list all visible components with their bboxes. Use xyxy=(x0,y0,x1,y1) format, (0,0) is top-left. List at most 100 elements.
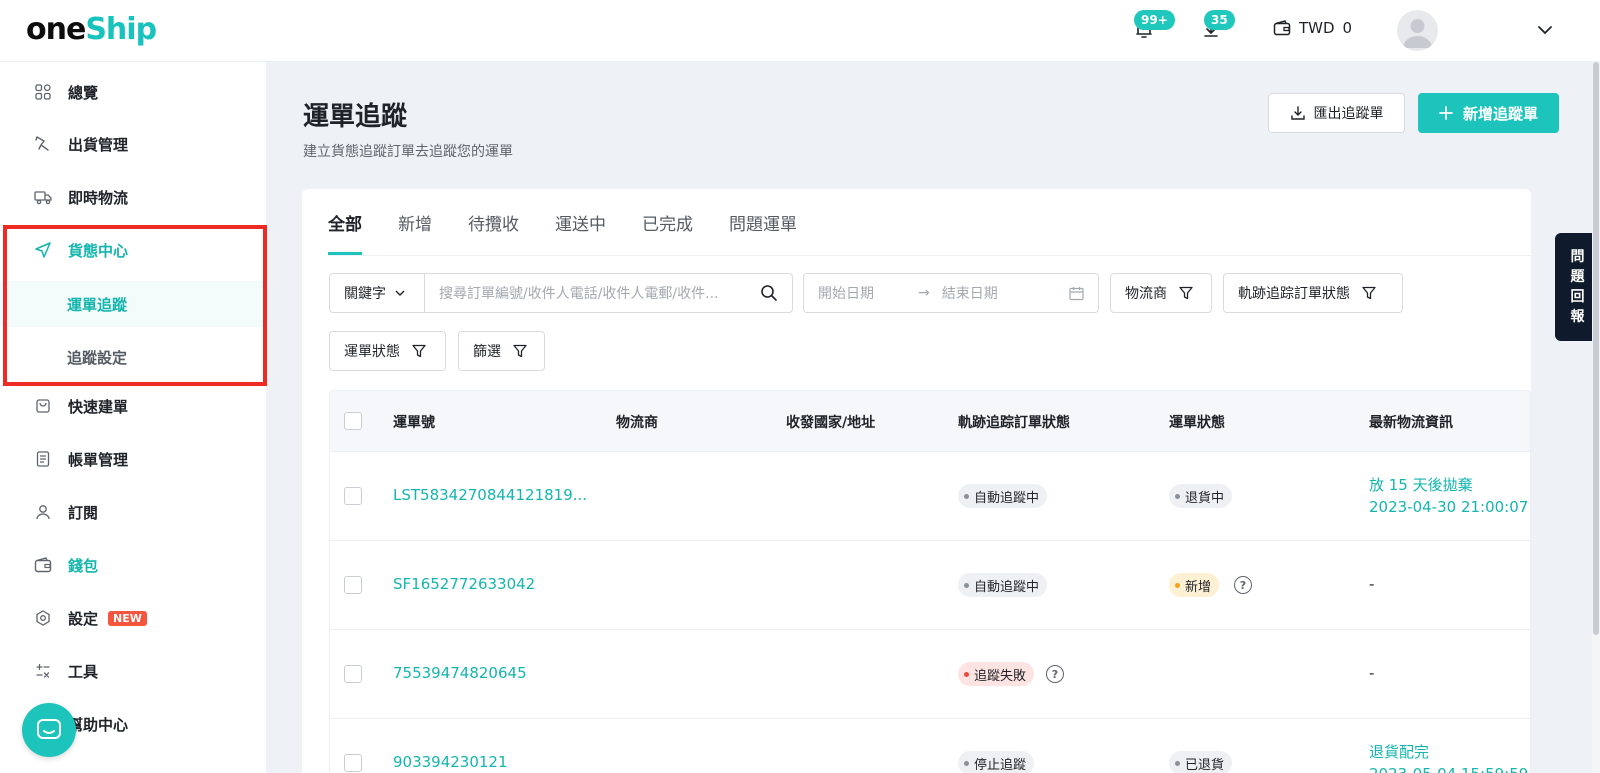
waybill-link[interactable]: 75539474820645 xyxy=(393,664,527,682)
sidebar-item-settings[interactable]: 設定 NEW xyxy=(0,593,266,643)
question-icon[interactable]: ? xyxy=(1234,576,1252,594)
row-checkbox[interactable] xyxy=(344,487,362,505)
sidebar-item-label: 幫助中心 xyxy=(68,715,129,734)
grid-icon xyxy=(34,83,52,101)
search-icon[interactable] xyxy=(760,284,778,302)
sidebar-item-quick-order[interactable]: 快速建單 xyxy=(0,381,266,431)
table-row: 75539474820645 追蹤失敗 ? - xyxy=(330,630,1530,719)
latest-info-time[interactable]: 2023-04-30 21:00:07 xyxy=(1369,498,1528,516)
tag-label: 追蹤失敗 xyxy=(974,668,1027,684)
waybill-status-tag: 退貨中 xyxy=(1169,484,1233,508)
tab-new[interactable]: 新增 xyxy=(398,189,432,255)
page-title: 運單追蹤 xyxy=(303,102,408,132)
redaction-mask xyxy=(606,742,860,773)
table-row: 903394230121 停止追蹤 已退貨 退貨配完 2023-05-04 15… xyxy=(330,719,1530,773)
end-date-placeholder: 結束日期 xyxy=(941,286,998,302)
export-button[interactable]: 匯出追蹤單 xyxy=(1268,93,1405,133)
logo-one: one xyxy=(26,12,86,47)
calendar-icon xyxy=(1069,286,1084,300)
latest-info-text[interactable]: 放 15 天後拋棄 xyxy=(1369,474,1473,495)
waybill-table: 運單號 物流商 收發國家/地址 軌跡追踪訂單狀態 運單狀態 最新物流資訊 LST… xyxy=(329,390,1531,773)
table-row: LST5834270844121819... 自動追蹤中 退貨中 放 15 天後… xyxy=(330,452,1530,541)
wallet-balance[interactable]: TWD 0 xyxy=(1273,19,1352,37)
downloads-badge: 35 xyxy=(1204,10,1235,30)
sidebar-item-subscription[interactable]: 訂閱 xyxy=(0,487,266,537)
scrollbar-thumb[interactable] xyxy=(1593,62,1599,635)
gear-icon xyxy=(34,609,52,627)
sidebar-item-overview[interactable]: 總覽 xyxy=(0,67,266,117)
carrier-filter[interactable]: 物流商 xyxy=(1110,273,1212,313)
feedback-char: 回 xyxy=(1570,289,1585,305)
tab-in-transit[interactable]: 運送中 xyxy=(555,189,606,255)
row-checkbox[interactable] xyxy=(344,576,362,594)
search-input[interactable]: 搜尋訂單編號/收件人電話/收件人電郵/收件... xyxy=(424,273,793,313)
sidebar-item-label: 設定 xyxy=(68,609,99,628)
tab-pending-pickup[interactable]: 待攬收 xyxy=(468,189,519,255)
sidebar-item-label: 訂閱 xyxy=(68,503,99,522)
latest-info-text[interactable]: 退貨配完 xyxy=(1369,741,1429,762)
latest-info-text: - xyxy=(1369,575,1375,593)
tab-all[interactable]: 全部 xyxy=(328,189,362,255)
feedback-char: 題 xyxy=(1570,269,1585,285)
truck-icon xyxy=(34,188,52,206)
sidebar-item-billing[interactable]: 帳單管理 xyxy=(0,434,266,484)
highlight-box xyxy=(3,225,267,386)
tag-label: 退貨中 xyxy=(1185,490,1225,506)
sidebar-item-wallet[interactable]: 錢包 xyxy=(0,540,266,590)
tab-problem[interactable]: 問題運單 xyxy=(729,189,797,255)
shipping-icon xyxy=(34,135,52,153)
keyword-select-label: 關鍵字 xyxy=(344,286,386,302)
wallet-currency: TWD xyxy=(1299,19,1335,37)
chat-icon[interactable] xyxy=(22,703,76,757)
waybill-link[interactable]: 903394230121 xyxy=(393,753,508,771)
tag-label: 停止追蹤 xyxy=(974,757,1027,773)
waybill-status-filter[interactable]: 運單狀態 xyxy=(329,331,446,371)
date-range-picker[interactable]: 開始日期 → 結束日期 xyxy=(803,273,1099,313)
filter-icon xyxy=(1362,286,1376,300)
feedback-char: 問 xyxy=(1570,249,1585,265)
logo-ship: Ship xyxy=(85,12,157,47)
sidebar-item-label: 出貨管理 xyxy=(68,135,129,154)
header-waybill: 運單號 xyxy=(393,415,435,431)
waybill-status-tag: 新增 xyxy=(1169,573,1220,597)
download-icon xyxy=(1290,106,1305,120)
filter-icon xyxy=(513,344,527,358)
arrow-right-icon: → xyxy=(918,285,930,301)
tracking-status-tag: 追蹤失敗 xyxy=(958,662,1035,686)
sidebar-item-label: 帳單管理 xyxy=(68,450,129,469)
latest-info-time[interactable]: 2023-05-04 15:59:59 xyxy=(1369,765,1528,773)
tracking-status-filter[interactable]: 軌跡追踪訂單狀態 xyxy=(1223,273,1403,313)
receipt-icon xyxy=(34,450,52,468)
wallet-amount: 0 xyxy=(1342,19,1353,37)
top-bar: one Ship 99+ 35 TWD 0 xyxy=(0,0,1600,62)
question-icon[interactable]: ? xyxy=(1046,665,1064,683)
add-tracking-button[interactable]: 新增追蹤單 xyxy=(1418,93,1559,133)
oneship-logo[interactable]: one Ship xyxy=(26,12,157,47)
sidebar-item-tools[interactable]: 工具 xyxy=(0,646,266,696)
waybill-link[interactable]: SF1652772633042 xyxy=(393,575,535,593)
sidebar-item-label: 快速建單 xyxy=(68,397,129,416)
feedback-char: 報 xyxy=(1570,309,1585,325)
row-checkbox[interactable] xyxy=(344,754,362,772)
sidebar-item-shipments[interactable]: 出貨管理 xyxy=(0,119,266,169)
tag-label: 自動追蹤中 xyxy=(974,579,1040,595)
avatar[interactable] xyxy=(1397,10,1438,51)
more-filter-label: 篩選 xyxy=(473,344,501,360)
search-placeholder: 搜尋訂單編號/收件人電話/收件人電郵/收件... xyxy=(439,286,719,302)
page-subtitle: 建立貨態追蹤訂單去追蹤您的運單 xyxy=(303,144,513,160)
keyword-select[interactable]: 關鍵字 xyxy=(329,273,425,313)
header-address: 收發國家/地址 xyxy=(786,415,876,431)
tracking-status-filter-label: 軌跡追踪訂單狀態 xyxy=(1238,286,1350,302)
tab-completed[interactable]: 已完成 xyxy=(642,189,693,255)
header-carrier: 物流商 xyxy=(616,415,658,431)
sidebar-item-realtime-logistics[interactable]: 即時物流 xyxy=(0,172,266,222)
chevron-down-icon[interactable] xyxy=(1537,22,1553,42)
row-checkbox[interactable] xyxy=(344,665,362,683)
sidebar-item-label: 即時物流 xyxy=(68,188,129,207)
more-filter-button[interactable]: 篩選 xyxy=(458,331,545,371)
waybill-link[interactable]: LST5834270844121819... xyxy=(393,486,587,504)
notifications-badge: 99+ xyxy=(1134,10,1175,30)
carrier-filter-label: 物流商 xyxy=(1125,286,1167,302)
new-badge: NEW xyxy=(108,610,147,626)
select-all-checkbox[interactable] xyxy=(344,412,362,430)
